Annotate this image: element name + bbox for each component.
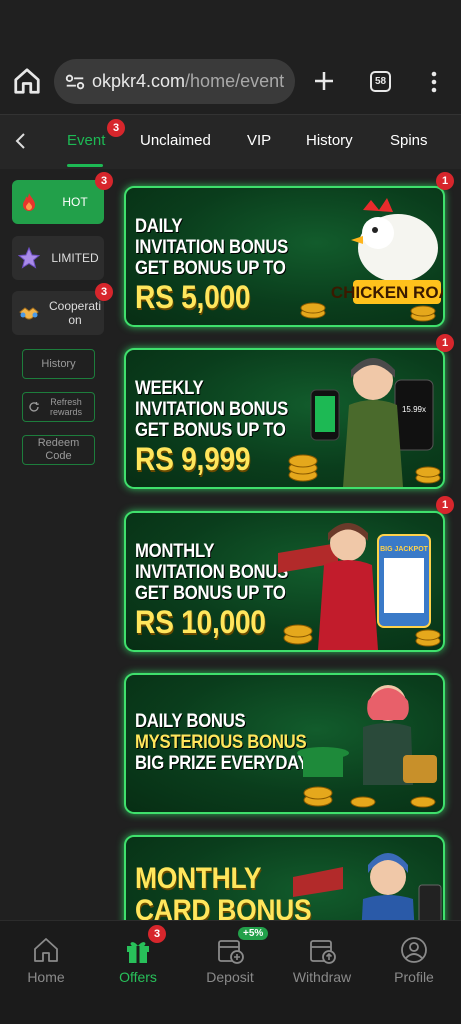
nav-home[interactable]: Home (6, 935, 86, 985)
cooperation-badge: 3 (95, 283, 113, 301)
nav-profile[interactable]: Profile (374, 935, 454, 985)
tab-unclaimed[interactable]: Unclaimed (140, 132, 211, 149)
refresh-label: Refresh rewards (49, 397, 82, 417)
banner-badge: 1 (436, 496, 454, 514)
star-icon (18, 247, 40, 269)
handshake-icon (19, 307, 39, 320)
nav-label: Home (27, 969, 65, 985)
artwork-label: BIG JACKPOT (380, 546, 429, 553)
bottom-navigation: Home Offers 3 Deposit +5% Withdraw Profi… (0, 920, 461, 1024)
active-tab-indicator (67, 164, 103, 167)
nav-label: Withdraw (292, 969, 352, 985)
banner-badge: 1 (436, 172, 454, 190)
daily-bonus-banner[interactable]: DAILY BONUS MYSTERIOUS BONUS BIG PRIZE E… (124, 673, 445, 814)
artwork-label: 15.99x (402, 405, 426, 414)
tab-history[interactable]: History (306, 132, 353, 149)
tab-vip[interactable]: VIP (247, 132, 271, 149)
nav-deposit[interactable]: Deposit (190, 935, 270, 985)
banner-line: INVITATION BONUS (135, 399, 289, 420)
pilot-girl-artwork: 15.99x (288, 358, 441, 487)
tab-switcher-button[interactable]: 58 (370, 71, 391, 92)
tab-count: 58 (374, 76, 387, 87)
home-icon (34, 938, 58, 962)
artwork-label: CHICKEN ROAD (331, 283, 443, 302)
tab-event[interactable]: Event (67, 132, 105, 149)
mystery-bonus-artwork (297, 685, 437, 808)
url-host: okpkr4.com (92, 71, 186, 91)
sidebar-item-label: LIMITED (51, 251, 99, 265)
banner-line: MONTHLY (135, 862, 262, 895)
flame-icon (23, 193, 35, 211)
weekly-invitation-banner[interactable]: WEEKLY INVITATION BONUS GET BONUS UP TO … (124, 348, 445, 489)
bonus-amount: RS 5,000 (135, 279, 251, 315)
nav-offers[interactable]: Offers (98, 935, 178, 985)
new-tab-icon[interactable] (312, 69, 336, 93)
sidebar-item-cooperation[interactable]: Cooperati on (12, 291, 104, 335)
offers-badge: 3 (148, 925, 166, 943)
banner-line: BIG PRIZE EVERYDAY (135, 753, 309, 774)
banner-line: WEEKLY (135, 378, 204, 399)
url-path: /home/event (185, 71, 285, 91)
address-bar[interactable]: okpkr4.com/home/event (54, 59, 295, 104)
banner-line: GET BONUS UP TO (135, 583, 286, 604)
home-icon[interactable] (12, 66, 42, 96)
bonus-amount: RS 10,000 (135, 604, 266, 640)
back-arrow-icon[interactable] (12, 131, 30, 151)
event-badge: 3 (107, 119, 125, 137)
refresh-icon (29, 402, 39, 412)
banner-line: INVITATION BONUS (135, 237, 289, 258)
monthly-invitation-banner[interactable]: MONTHLY INVITATION BONUS GET BONUS UP TO… (124, 511, 445, 652)
nav-label: Offers (119, 969, 157, 985)
url-text: okpkr4.com/home/event (92, 71, 284, 92)
banner-line: MONTHLY (135, 541, 215, 562)
slot-machine-artwork: BIG JACKPOT (278, 523, 441, 650)
daily-invitation-banner[interactable]: DAILY INVITATION BONUS GET BONUS UP TO R… (124, 186, 445, 327)
sidebar-item-label: HOT (62, 195, 88, 209)
profile-icon (401, 937, 427, 963)
nav-label: Profile (394, 969, 434, 985)
history-button[interactable]: History (22, 349, 95, 379)
site-settings-icon[interactable] (64, 71, 86, 93)
bonus-amount: RS 9,999 (135, 441, 251, 477)
promotions-tab-bar: Event 3 Unclaimed VIP History Spins (0, 114, 461, 169)
nav-label: Deposit (206, 969, 254, 985)
banner-line: MYSTERIOUS BONUS (135, 732, 307, 753)
browser-toolbar: okpkr4.com/home/event 58 (0, 0, 461, 114)
banner-line: DAILY (135, 216, 183, 237)
hot-badge: 3 (95, 172, 113, 190)
banner-badge: 1 (436, 334, 454, 352)
withdraw-icon (310, 940, 336, 964)
nav-withdraw[interactable]: Withdraw (282, 935, 362, 985)
sidebar-item-label: Cooperati on (48, 299, 102, 327)
refresh-rewards-button[interactable]: Refresh rewards (22, 392, 95, 422)
chicken-road-artwork: CHICKEN ROAD (300, 198, 443, 322)
banner-text: DAILY INVITATION BONUS GET BONUS UP TO R… (135, 216, 309, 315)
deposit-icon (218, 940, 244, 964)
tab-spins[interactable]: Spins (390, 132, 428, 149)
redeem-code-button[interactable]: Redeem Code (22, 435, 95, 465)
banner-line: INVITATION BONUS (135, 562, 289, 583)
gift-icon (127, 942, 149, 963)
redeem-label: Redeem Code (37, 437, 80, 462)
more-menu-icon[interactable] (428, 70, 440, 94)
sidebar-item-limited[interactable]: LIMITED (12, 236, 104, 280)
sidebar-item-hot[interactable]: HOT (12, 180, 104, 224)
banner-line: DAILY BONUS (135, 711, 246, 732)
banner-line: GET BONUS UP TO (135, 420, 286, 441)
deposit-bonus-tag: +5% (238, 927, 269, 940)
history-label: History (41, 357, 76, 370)
banner-line: GET BONUS UP TO (135, 258, 286, 279)
